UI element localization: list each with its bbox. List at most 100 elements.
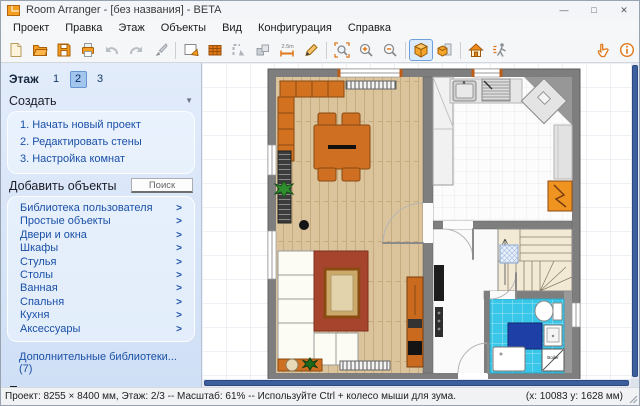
floor-tab-2[interactable]: 2 [70, 71, 87, 88]
info-icon [619, 42, 635, 58]
window-top-kitchen [472, 69, 503, 77]
staircase[interactable] [498, 229, 572, 291]
heater[interactable] [548, 181, 572, 211]
main-area: Этаж 1 2 3 Создать ▼ 1. Начать новый про… [1, 63, 639, 387]
boxes-icon [255, 42, 271, 58]
redo-button[interactable] [124, 39, 148, 61]
cube-3d-icon [413, 42, 429, 58]
create-section-title: Создать [9, 94, 57, 108]
new-project-button[interactable] [4, 39, 28, 61]
tiling-button[interactable] [203, 39, 227, 61]
room-arranger-window: Room Arranger - [без названия] - BETA — … [0, 0, 640, 406]
library-item-user[interactable]: Библиотека пользователя> [8, 202, 194, 215]
open-folder-icon [32, 42, 48, 58]
bathroom-sink[interactable] [544, 325, 562, 346]
library-item-cabinets[interactable]: Шкафы> [8, 242, 194, 255]
window-controls: — □ ✕ [549, 1, 639, 19]
menu-objects[interactable]: Объекты [153, 19, 214, 38]
library-item-simple-objects[interactable]: Простые объекты> [8, 215, 194, 228]
create-section-header[interactable]: Создать ▼ [9, 92, 193, 109]
bath-mat[interactable] [508, 323, 542, 349]
floor-plan[interactable]: Bojler [202, 63, 633, 381]
view-3d-button[interactable] [409, 39, 433, 61]
draw-button[interactable] [299, 39, 323, 61]
minimize-button[interactable]: — [549, 1, 579, 19]
radiator-bottom[interactable] [340, 361, 390, 370]
view-3d-objects-button[interactable] [433, 39, 457, 61]
app-logo-icon [7, 5, 20, 16]
add-objects-title: Добавить объекты [9, 179, 117, 193]
tv[interactable] [434, 265, 444, 301]
library-item-bedroom[interactable]: Спальня> [8, 296, 194, 309]
save-floppy-icon [56, 42, 72, 58]
library-item-doors-windows[interactable]: Двери и окна> [8, 229, 194, 242]
menu-configuration[interactable]: Конфигурация [250, 19, 340, 38]
plant-pot[interactable] [299, 220, 309, 230]
menu-view[interactable]: Вид [214, 19, 250, 38]
bathroom[interactable]: Bojler [490, 299, 564, 373]
walking-figure-icon [492, 42, 508, 58]
chevron-right-icon: > [176, 242, 182, 255]
zoom-in-button[interactable] [354, 39, 378, 61]
radiator-top[interactable] [346, 81, 396, 89]
plan-canvas[interactable]: Bojler [202, 63, 639, 387]
hallway-furniture[interactable] [434, 265, 444, 337]
format-brush-button[interactable] [148, 39, 172, 61]
about-button[interactable] [615, 39, 639, 61]
resize-grip-icon[interactable] [629, 395, 638, 404]
chair [318, 168, 336, 181]
counter-right[interactable] [554, 125, 572, 179]
boiler[interactable]: Bojler [542, 349, 564, 371]
library-item-tables[interactable]: Столы> [8, 269, 194, 282]
zoom-window-button[interactable] [330, 39, 354, 61]
side-table[interactable] [278, 358, 322, 371]
library-item-accessories[interactable]: Аксессуары> [8, 323, 194, 336]
select-walls-button[interactable] [227, 39, 251, 61]
stairs-window[interactable] [500, 245, 518, 263]
menu-help[interactable]: Справка [340, 19, 399, 38]
shower-tray[interactable] [493, 347, 525, 371]
walk-through-button[interactable] [464, 39, 488, 61]
more-libraries-link[interactable]: Дополнительные библиотеки... (7) [7, 345, 195, 379]
chevron-down-icon[interactable]: ▼ [185, 96, 193, 105]
save-project-button[interactable] [52, 39, 76, 61]
search-input[interactable]: Поиск [131, 178, 193, 193]
title-bar: Room Arranger - [без названия] - BETA — … [1, 1, 639, 19]
tv-cabinet[interactable] [407, 277, 423, 367]
pointer-button[interactable] [591, 39, 615, 61]
floor-tab-3[interactable]: 3 [92, 71, 109, 88]
close-button[interactable]: ✕ [609, 1, 639, 19]
open-project-button[interactable] [28, 39, 52, 61]
walk-settings-button[interactable] [488, 39, 512, 61]
hand-pointer-icon [595, 42, 611, 58]
print-button[interactable] [76, 39, 100, 61]
create-step-edit-walls[interactable]: 2. Редактировать стены [8, 134, 194, 151]
chair [342, 113, 360, 126]
measure-button[interactable]: 2.5m [275, 39, 299, 61]
chair [342, 168, 360, 181]
stove[interactable] [482, 79, 510, 101]
library-item-kitchen[interactable]: Кухня> [8, 309, 194, 322]
kitchen-sink[interactable] [453, 81, 476, 101]
horizontal-scrollbar-thumb[interactable] [204, 380, 629, 386]
undo-button[interactable] [100, 39, 124, 61]
status-bar: Проект: 8255 × 8400 мм, Этаж: 2/3 -- Мас… [1, 387, 639, 405]
menu-edit[interactable]: Правка [57, 19, 110, 38]
floor-tab-1[interactable]: 1 [48, 71, 65, 88]
toilet[interactable] [535, 301, 562, 321]
vertical-scrollbar[interactable] [631, 63, 639, 379]
zoom-out-button[interactable] [378, 39, 402, 61]
library-item-chairs[interactable]: Стулья> [8, 256, 194, 269]
menu-project[interactable]: Проект [5, 19, 57, 38]
group-objects-button[interactable] [251, 39, 275, 61]
design-walls-button[interactable] [179, 39, 203, 61]
create-step-room-setup[interactable]: 3. Настройка комнат [8, 151, 194, 168]
horizontal-scrollbar[interactable] [202, 379, 631, 387]
maximize-button[interactable]: □ [579, 1, 609, 19]
coffee-table[interactable] [325, 269, 359, 317]
menu-floor[interactable]: Этаж [110, 19, 152, 38]
boiler-label: Bojler [547, 355, 559, 360]
create-step-new-project[interactable]: 1. Начать новый проект [8, 117, 194, 134]
library-item-bathroom[interactable]: Ванная> [8, 282, 194, 295]
vertical-scrollbar-thumb[interactable] [632, 65, 638, 377]
